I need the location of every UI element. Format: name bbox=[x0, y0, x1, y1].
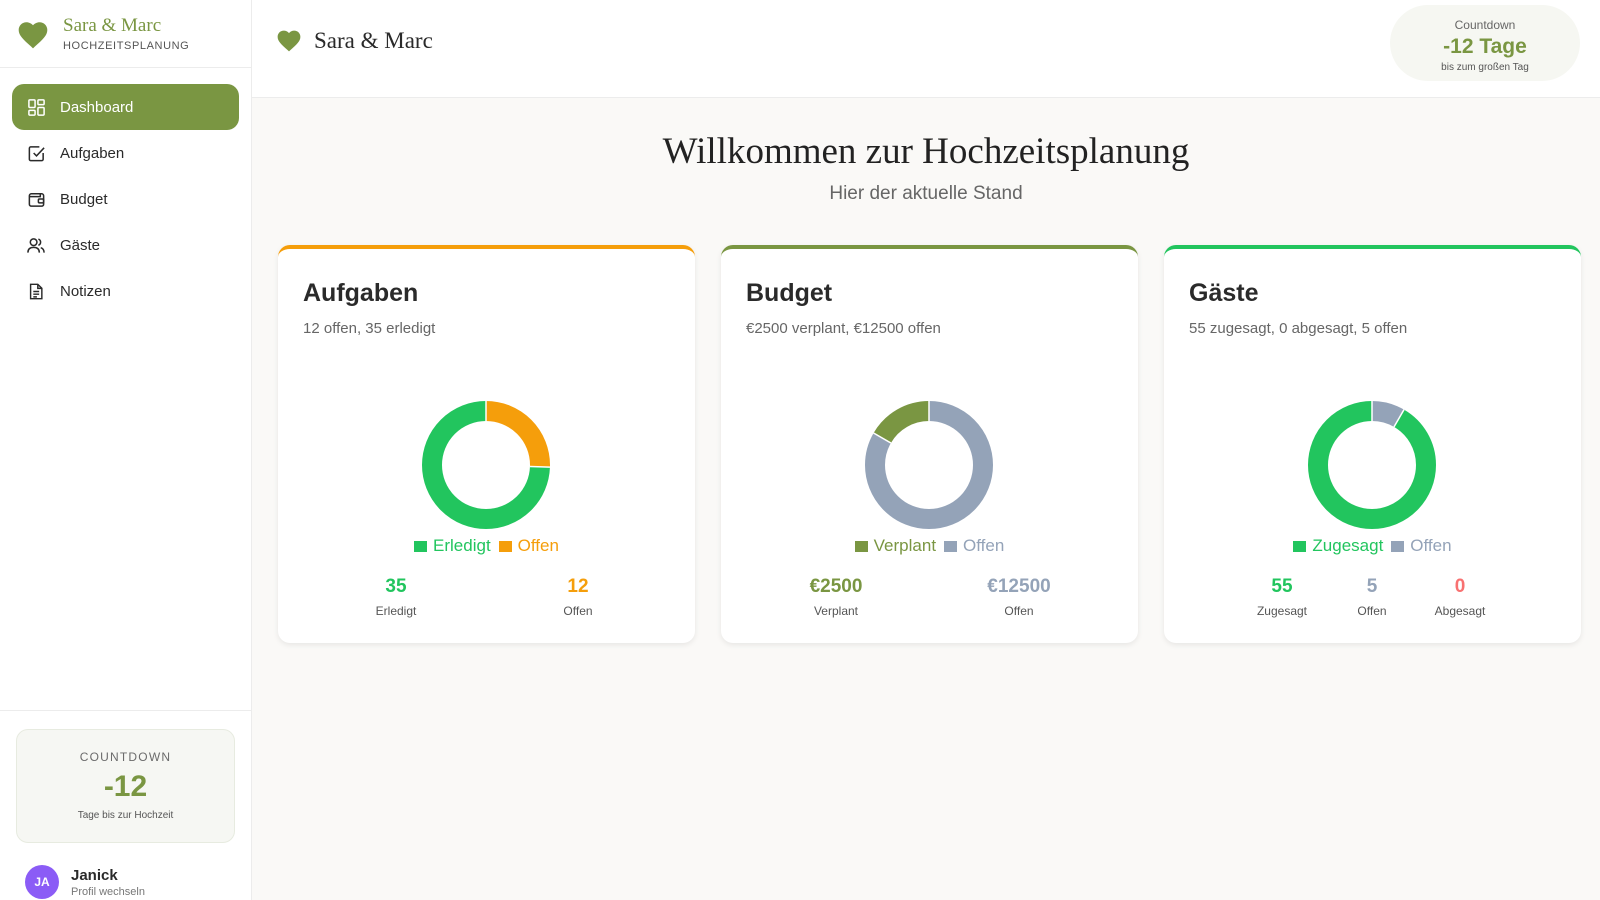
stat-done: 35 Erledigt bbox=[336, 576, 456, 618]
header-countdown-value: -12 Tage bbox=[1443, 35, 1527, 58]
page-subtitle: Hier der aktuelle Stand bbox=[829, 183, 1023, 204]
countdown-label: COUNTDOWN bbox=[79, 750, 172, 764]
header-brand: Sara & Marc bbox=[276, 28, 433, 54]
heart-icon bbox=[276, 28, 302, 54]
stat-value: €12500 bbox=[987, 576, 1051, 597]
legend-swatch bbox=[498, 540, 512, 552]
sidebar-item-label: Notizen bbox=[60, 282, 111, 300]
stat-value: €2500 bbox=[809, 576, 863, 597]
donut-separator bbox=[529, 465, 550, 468]
sidebar-item-budget[interactable]: Budget bbox=[12, 176, 239, 222]
stat-open: €12500 Offen bbox=[959, 576, 1079, 618]
stat-open: 12 Offen bbox=[518, 576, 638, 618]
legend-label: Zugesagt bbox=[1312, 536, 1384, 555]
stat-label: Verplant bbox=[813, 604, 859, 618]
sidebar-brand[interactable]: Sara & Marc HOCHZEITSPLANUNG bbox=[0, 0, 251, 68]
sidebar-footer: COUNTDOWN -12 Tage bis zur Hochzeit JA J… bbox=[0, 710, 251, 900]
legend-item: Offen bbox=[1391, 536, 1452, 556]
guests-card[interactable]: Gäste 55 zugesagt, 0 abgesagt, 5 offen Z… bbox=[1164, 245, 1581, 643]
legend-item: Verplant bbox=[854, 536, 937, 556]
stat-label: Erledigt bbox=[375, 604, 417, 618]
legend-item: Offen bbox=[498, 536, 559, 556]
countdown-card: COUNTDOWN -12 Tage bis zur Hochzeit bbox=[16, 729, 235, 843]
checkbox-icon bbox=[26, 143, 46, 163]
dashboard-icon bbox=[26, 97, 46, 117]
header-countdown: Countdown -12 Tage bis zum großen Tag bbox=[1390, 5, 1580, 81]
legend-label: Offen bbox=[1410, 536, 1452, 555]
legend-item: Offen bbox=[944, 536, 1004, 556]
countdown-subtitle: Tage bis zur Hochzeit bbox=[77, 810, 174, 821]
legend-swatch bbox=[944, 540, 958, 552]
legend-swatch bbox=[1293, 540, 1307, 552]
sidebar-item-aufgaben[interactable]: Aufgaben bbox=[12, 130, 239, 176]
budget-donut-chart bbox=[865, 401, 993, 529]
sidebar-item-label: Gäste bbox=[60, 236, 101, 254]
profile-switcher[interactable]: JA Janick Profil wechseln bbox=[25, 865, 145, 899]
legend-label: Erledigt bbox=[433, 536, 491, 555]
stat-value: 0 bbox=[1454, 576, 1466, 597]
legend-label: Offen bbox=[517, 536, 559, 555]
sidebar: Sara & Marc HOCHZEITSPLANUNG Dashboard A… bbox=[0, 0, 252, 900]
card-title: Budget bbox=[746, 279, 833, 307]
profile-switch-link[interactable]: Profil wechseln bbox=[71, 886, 145, 898]
header-countdown-subtitle: bis zum großen Tag bbox=[1441, 62, 1529, 73]
page-title: Willkommen zur Hochzeitsplanung bbox=[662, 131, 1190, 172]
stat-label: Offen bbox=[1004, 604, 1034, 618]
chart-legend: Zugesagt Offen bbox=[1164, 536, 1581, 556]
sidebar-item-gaeste[interactable]: Gäste bbox=[12, 222, 239, 268]
guests-donut-chart bbox=[1308, 401, 1436, 529]
legend-swatch bbox=[1391, 540, 1405, 552]
welcome-section: Willkommen zur Hochzeitsplanung Hier der… bbox=[252, 130, 1600, 205]
stat-value: 35 bbox=[385, 576, 407, 597]
budget-card[interactable]: Budget €2500 verplant, €12500 offen Verp… bbox=[721, 245, 1138, 643]
card-subtitle: 55 zugesagt, 0 abgesagt, 5 offen bbox=[1189, 320, 1408, 337]
profile-name: Janick bbox=[71, 866, 118, 884]
tasks-donut-chart bbox=[422, 401, 550, 529]
legend-swatch bbox=[854, 540, 868, 552]
brand-name: Sara & Marc bbox=[63, 15, 162, 36]
avatar: JA bbox=[25, 865, 59, 899]
top-header: Sara & Marc Countdown -12 Tage bis zum g… bbox=[252, 0, 1600, 98]
header-title: Sara & Marc bbox=[314, 28, 433, 53]
stat-label: Offen bbox=[563, 604, 593, 618]
card-subtitle: €2500 verplant, €12500 offen bbox=[746, 320, 941, 337]
card-subtitle: 12 offen, 35 erledigt bbox=[303, 320, 436, 337]
stat-value: 12 bbox=[567, 576, 589, 597]
donut-segment-zugesagt[interactable] bbox=[1308, 401, 1436, 529]
users-icon bbox=[26, 235, 46, 255]
card-title: Gäste bbox=[1189, 279, 1259, 307]
stat-planned: €2500 Verplant bbox=[776, 576, 896, 618]
stat-declined: 0 Abgesagt bbox=[1400, 576, 1520, 618]
sidebar-nav: Dashboard Aufgaben Budget Gäste Notizen bbox=[0, 68, 251, 314]
stat-label: Abgesagt bbox=[1434, 604, 1486, 618]
legend-label: Verplant bbox=[873, 536, 937, 555]
sidebar-item-label: Budget bbox=[60, 190, 108, 208]
legend-item: Zugesagt bbox=[1293, 536, 1383, 556]
chart-legend: Verplant Offen bbox=[721, 536, 1138, 556]
sidebar-item-label: Aufgaben bbox=[60, 144, 125, 162]
sidebar-item-dashboard[interactable]: Dashboard bbox=[12, 84, 239, 130]
legend-swatch bbox=[414, 540, 428, 552]
card-title: Aufgaben bbox=[303, 279, 419, 307]
header-countdown-label: Countdown bbox=[1454, 18, 1516, 32]
chart-legend: Erledigt Offen bbox=[278, 536, 695, 556]
legend-label: Offen bbox=[963, 536, 1005, 555]
tasks-card[interactable]: Aufgaben 12 offen, 35 erledigt Erledigt … bbox=[278, 245, 695, 643]
sidebar-item-label: Dashboard bbox=[60, 98, 134, 116]
countdown-value: -12 bbox=[103, 770, 148, 803]
wallet-icon bbox=[26, 189, 46, 209]
sidebar-item-notizen[interactable]: Notizen bbox=[12, 268, 239, 314]
legend-item: Erledigt bbox=[414, 536, 491, 556]
heart-icon bbox=[16, 17, 50, 51]
brand-subtitle: HOCHZEITSPLANUNG bbox=[63, 40, 190, 52]
document-icon bbox=[26, 281, 46, 301]
